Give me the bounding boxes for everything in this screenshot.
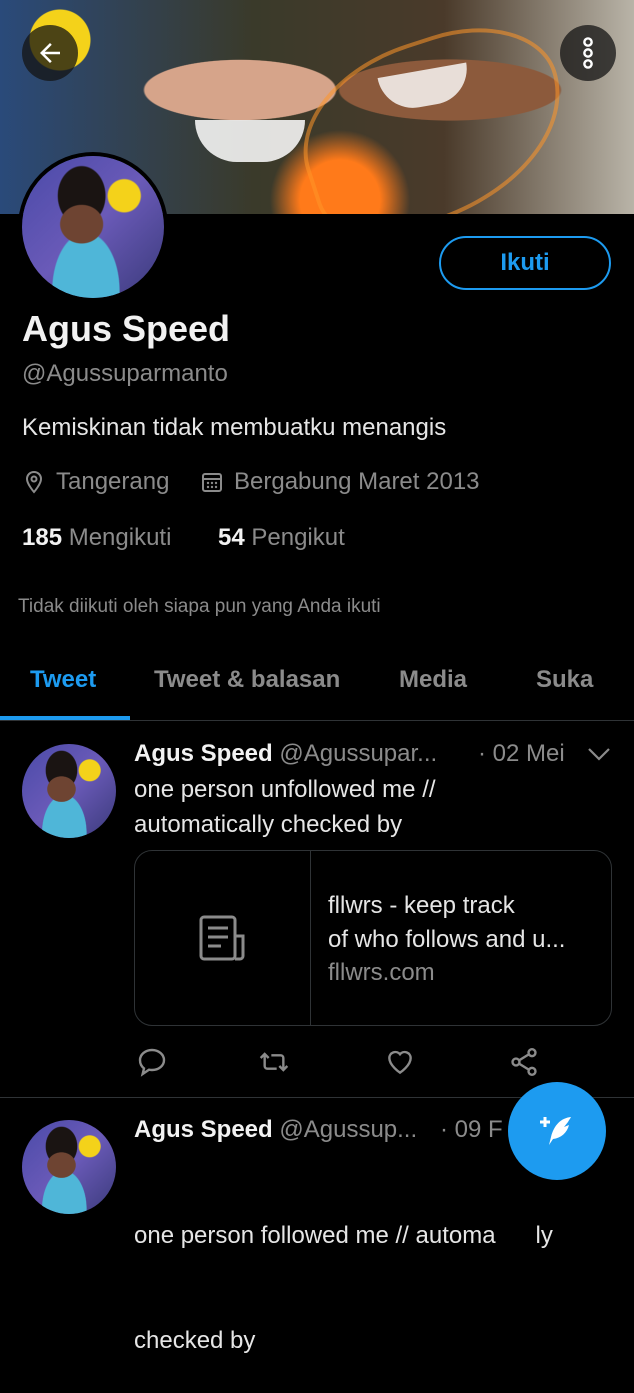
tweet-author-name: Agus Speed <box>134 740 273 767</box>
link-card-title-line: of who follows and u... <box>328 926 566 953</box>
tweet-author[interactable]: Agus Speed @Agussup... <box>134 1116 417 1144</box>
tweet-text-line: one person unfollowed me // <box>134 776 436 803</box>
retweet-icon[interactable] <box>258 1046 290 1078</box>
arrow-left-icon <box>40 43 60 63</box>
followers-stat[interactable]: 54 Pengikut <box>218 524 345 552</box>
tweet-author[interactable]: Agus Speed @Agussupar... <box>134 740 437 768</box>
more-vertical-icon <box>583 37 593 69</box>
tweet-author-handle: @Agussupar... <box>279 740 438 767</box>
avatar-image <box>22 156 164 298</box>
not-followed-notice: Tidak diikuti oleh siapa pun yang Anda i… <box>18 596 381 617</box>
tweet-avatar[interactable] <box>22 744 116 838</box>
profile-avatar[interactable] <box>18 152 168 302</box>
profile-name: Agus Speed <box>22 308 231 349</box>
location-text: Tangerang <box>56 468 170 495</box>
profile-tabs: Tweet Tweet & balasan Media Suka <box>0 652 634 721</box>
banner-smile-left <box>195 120 305 162</box>
following-label: Mengikuti <box>68 524 172 551</box>
following-stat[interactable]: 185 Mengikuti <box>22 524 171 552</box>
profile-bio: Kemiskinan tidak membuatku menangis <box>22 414 447 441</box>
tweet-author-name: Agus Speed <box>134 1116 273 1143</box>
tweet-text-line: automatically checked by <box>134 811 403 838</box>
tweet-date: · 02 Mei <box>478 740 565 767</box>
compose-feather-icon <box>540 1117 571 1145</box>
avatar-image <box>22 744 116 838</box>
tab-likes[interactable]: Suka <box>536 666 593 694</box>
followers-label: Pengikut <box>251 524 345 551</box>
profile-handle: @Agussuparmanto <box>22 360 228 387</box>
back-button[interactable] <box>22 25 78 81</box>
tweet-text: one person followed me // automa ly chec… <box>134 1148 604 1393</box>
tweet-author-handle: @Agussup... <box>279 1116 418 1143</box>
link-card-thumbnail <box>135 851 311 1025</box>
more-options-button[interactable] <box>560 25 616 81</box>
joined-text: Bergabung Maret 2013 <box>234 468 480 495</box>
tweet-text-line: one person followed me // automa ly <box>134 1222 553 1249</box>
followers-count: 54 <box>218 524 245 551</box>
link-card-title-line: fllwrs - keep track <box>328 892 515 919</box>
chevron-down-icon[interactable] <box>586 744 612 764</box>
profile-joined: Bergabung Maret 2013 <box>200 468 480 496</box>
share-icon[interactable] <box>508 1046 540 1078</box>
follow-button[interactable]: Ikuti <box>439 236 611 290</box>
profile-location: Tangerang <box>22 468 169 496</box>
tweet-text-line: checked by <box>134 1327 256 1354</box>
reply-icon[interactable] <box>136 1046 168 1078</box>
location-pin-icon <box>25 470 43 494</box>
tab-tweet-replies[interactable]: Tweet & balasan <box>154 666 340 694</box>
tweet-text: one person unfollowed me // automaticall… <box>134 772 604 842</box>
tab-tweet[interactable]: Tweet <box>30 666 96 694</box>
banner-flare <box>279 2 589 214</box>
link-card-domain: fllwrs.com <box>328 959 435 986</box>
following-count: 185 <box>22 524 63 551</box>
link-card[interactable]: fllwrs - keep track of who follows and u… <box>134 850 612 1026</box>
tweet-date: · 09 F <box>440 1116 503 1143</box>
heart-icon[interactable] <box>384 1046 416 1078</box>
tab-media[interactable]: Media <box>399 666 467 694</box>
link-card-title: fllwrs - keep track of who follows and u… <box>328 889 598 957</box>
calendar-icon <box>202 473 222 492</box>
compose-tweet-button[interactable] <box>508 1082 606 1180</box>
document-icon <box>199 915 244 961</box>
active-tab-indicator <box>0 716 130 720</box>
